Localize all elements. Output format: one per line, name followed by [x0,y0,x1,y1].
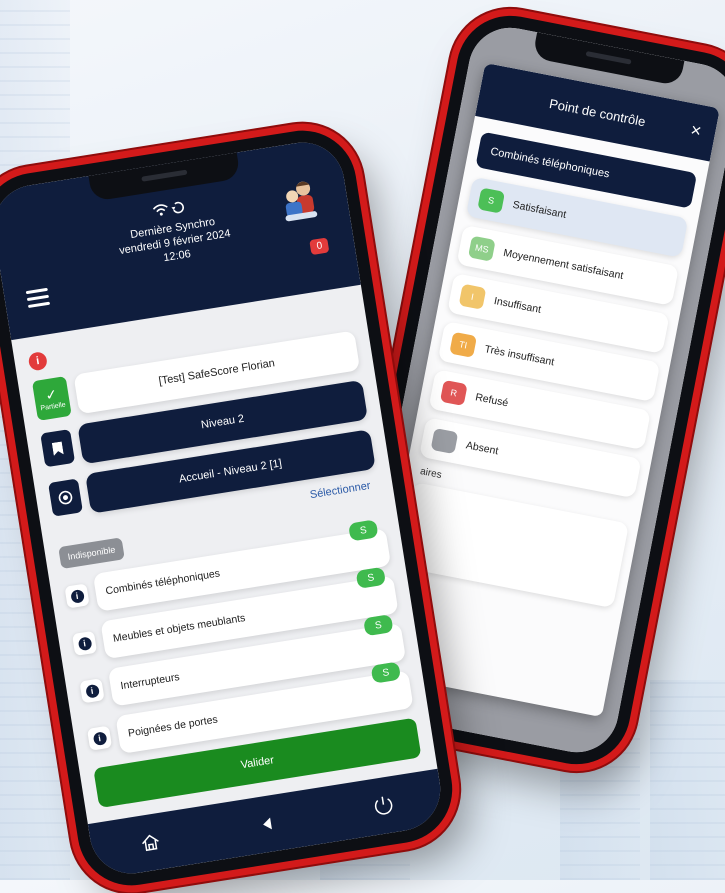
info-icon[interactable]: i [86,725,113,751]
option-badge: R [439,379,468,407]
unavailable-button[interactable]: Indisponible [58,537,125,570]
avatar[interactable] [276,177,322,227]
option-badge [430,427,459,455]
wifi-sync-icon [152,201,184,216]
control-item-label: Interrupteurs [119,671,181,693]
info-icon[interactable]: i [64,583,90,609]
bookmark-icon [40,429,76,468]
phone-front-screen: Dernière Synchro vendredi 9 février 2024… [0,136,447,880]
home-icon[interactable] [128,825,172,861]
back-icon[interactable] [245,806,289,842]
option-badge: MS [467,235,496,262]
rating-badge: S [355,566,387,589]
power-icon[interactable] [362,788,406,824]
info-icon[interactable]: i [79,678,105,704]
check-icon: ✓ [44,385,59,403]
rating-badge: S [363,614,394,637]
option-label: Moyennement satisfaisant [502,246,625,283]
control-item-label: Poignées de portes [127,713,219,740]
option-badge: TI [449,331,478,358]
option-badge: I [458,283,487,310]
info-icon[interactable]: i [71,630,98,656]
option-badge: S [477,187,506,214]
control-item-label: Meubles et objets meublants [112,612,247,645]
close-icon[interactable]: × [689,120,703,143]
option-label: Insuffisant [492,295,543,316]
control-item-label: Combinés téléphoniques [104,567,221,598]
location-target-icon [48,478,83,517]
notification-counter[interactable]: 0 [309,237,330,256]
option-label: Refusé [474,391,510,410]
option-label: Satisfaisant [511,198,568,221]
rating-badge: S [370,661,402,684]
hamburger-menu-icon[interactable] [25,287,51,309]
phone-front: Dernière Synchro vendredi 9 février 2024… [0,122,460,893]
option-label: Absent [464,439,500,458]
modal-body: Combinés téléphoniques S Satisfaisant MS… [385,116,709,624]
option-label: Très insuffisant [483,343,556,369]
status-partial-badge: ✓ Partielle [31,376,72,421]
status-label: Partielle [40,400,67,412]
modal-title: Point de contrôle [548,95,647,129]
sync-status-icons [151,199,189,221]
rating-badge: S [348,519,379,542]
alert-info-icon[interactable]: i [27,350,49,372]
